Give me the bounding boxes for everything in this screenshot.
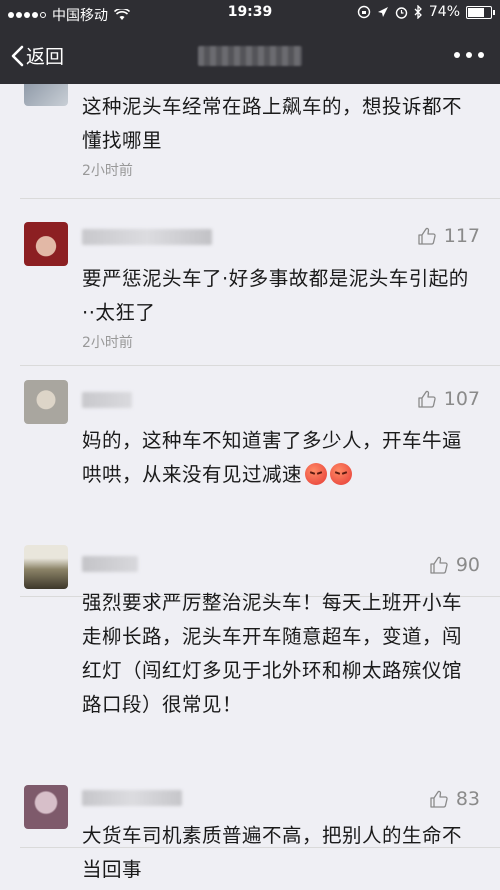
page-title-blurred — [198, 46, 302, 66]
comment-text: 大货车司机素质普遍不高，把别人的生命不当回事 — [82, 824, 463, 881]
nav-bar: 返回 — [0, 28, 500, 84]
like-button[interactable]: 107 — [418, 388, 480, 410]
comment-time: 2小时前 — [82, 335, 133, 351]
avatar[interactable] — [24, 785, 68, 829]
like-button[interactable]: 117 — [418, 225, 480, 247]
status-bar: 中国移动 19:39 74% — [0, 0, 500, 28]
divider — [20, 365, 500, 366]
avatar[interactable] — [24, 222, 68, 266]
username-blurred — [82, 790, 182, 806]
comment-text: 要严惩泥头车了·好多事故都是泥头车引起的··太狂了 — [82, 267, 469, 324]
like-count: 90 — [455, 554, 480, 576]
thumbs-up-icon — [430, 790, 448, 808]
angry-emoji-icon — [330, 463, 353, 485]
comment-text: 这种泥头车经常在路上飙车的，想投诉都不懂找哪里 — [82, 95, 463, 152]
avatar[interactable] — [24, 545, 68, 589]
comment-list: 这种泥头车经常在路上飙车的，想投诉都不懂找哪里 2小时前 117 要严惩泥头车了… — [0, 84, 500, 890]
username-blurred — [82, 229, 212, 245]
comment-text: 妈的，这种车不知道害了多少人，开车牛逼哄哄，从来没有见过减速 — [82, 424, 477, 492]
avatar[interactable] — [24, 380, 68, 424]
divider — [20, 198, 500, 199]
like-count: 83 — [455, 788, 480, 810]
like-button[interactable]: 90 — [430, 554, 480, 576]
status-right: 74% — [357, 4, 495, 20]
comment-text: 强烈要求严厉整治泥头车！每天上班开小车走柳长路，泥头车开车随意超车，变道，闯红灯… — [82, 591, 463, 716]
battery-icon — [466, 5, 495, 19]
thumbs-up-icon — [430, 556, 448, 574]
rotation-lock-icon — [357, 5, 371, 19]
thumbs-up-icon — [418, 390, 436, 408]
avatar[interactable] — [24, 84, 68, 106]
back-label: 返回 — [26, 46, 65, 68]
battery-fill — [468, 7, 485, 17]
alarm-icon — [395, 6, 408, 19]
angry-emoji-icon — [305, 463, 328, 485]
bluetooth-icon — [414, 5, 422, 19]
more-button[interactable] — [454, 52, 484, 58]
battery-percent: 74% — [428, 4, 460, 20]
comment-time: 2小时前 — [82, 163, 133, 179]
thumbs-up-icon — [418, 227, 436, 245]
like-count: 107 — [443, 388, 480, 410]
like-button[interactable]: 83 — [430, 788, 480, 810]
location-icon — [377, 7, 388, 17]
like-count: 117 — [443, 225, 480, 247]
username-blurred — [82, 392, 132, 408]
comment-text-content: 妈的，这种车不知道害了多少人，开车牛逼哄哄，从来没有见过减速 — [82, 429, 463, 486]
chevron-left-icon — [11, 45, 24, 66]
username-blurred — [82, 556, 138, 572]
back-button[interactable]: 返回 — [10, 42, 64, 69]
